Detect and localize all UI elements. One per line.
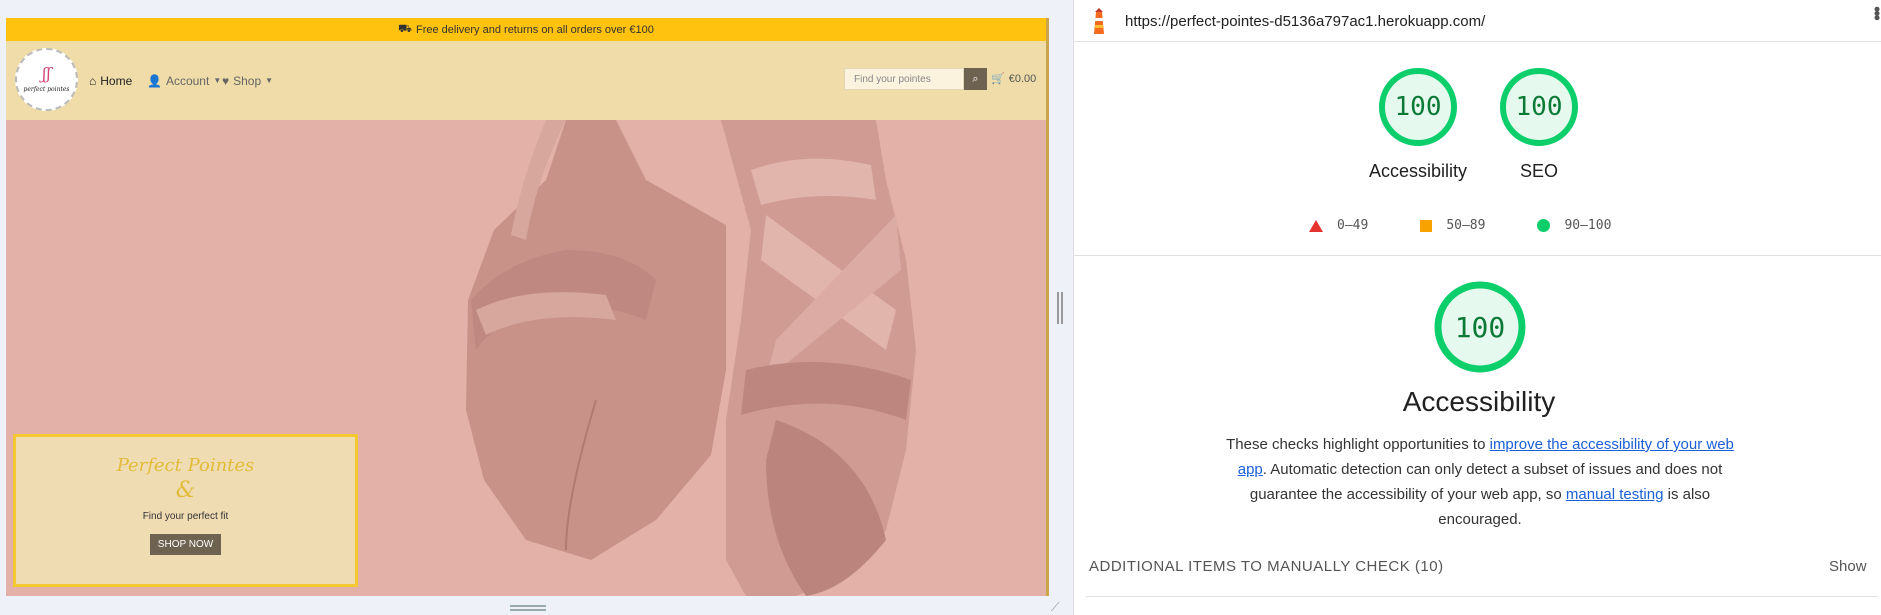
truck-icon: ⛟	[398, 22, 412, 35]
user-icon: 👤	[147, 73, 162, 88]
search-form: ⌕	[844, 68, 987, 90]
promo-card: Perfect Pointes & Find your perfect fit …	[13, 434, 358, 587]
site-logo[interactable]: ʃʃ perfect pointes	[15, 48, 78, 111]
category-title: Accessibility	[1402, 386, 1556, 417]
gauge-score: 100	[1515, 92, 1563, 122]
nav-shop[interactable]: ♥ Shop ▼	[222, 74, 273, 88]
hero-section: Perfect Pointes & Find your perfect fit …	[6, 120, 1046, 596]
legend-fail: 0–49	[1309, 218, 1368, 233]
legend-average-label: 50–89	[1446, 218, 1486, 233]
promo-ampersand: &	[175, 478, 196, 503]
cart-icon: 🛒	[991, 73, 1005, 85]
category-description: These checks highlight opportunities to …	[1226, 432, 1734, 532]
shop-now-button[interactable]: SHOP NOW	[149, 534, 222, 555]
legend-pass: 90–100	[1537, 218, 1611, 233]
manual-checks-count: (10)	[1414, 558, 1444, 575]
section-divider	[1086, 596, 1878, 597]
announcement-bar: ⛟ Free delivery and returns on all order…	[6, 18, 1046, 41]
manual-checks-header[interactable]: ADDITIONAL ITEMS TO MANUALLY CHECK (10)	[1089, 558, 1444, 575]
desc-text: These checks highlight opportunities to	[1226, 436, 1490, 453]
search-input[interactable]	[844, 68, 964, 90]
lighthouse-report: https://perfect-pointes-d5136a797ac1.her…	[1073, 0, 1881, 615]
circle-pass-icon	[1537, 219, 1551, 232]
gauge-score: 100	[1394, 92, 1442, 122]
score-legend: 0–49 50–89 90–100	[1309, 218, 1663, 233]
section-divider	[1074, 255, 1881, 256]
square-average-icon	[1420, 219, 1433, 232]
pointe-shoe-logo-icon: ʃʃ	[42, 64, 51, 83]
nav-account-label: Account	[165, 73, 210, 88]
legend-fail-label: 0–49	[1337, 218, 1369, 233]
heart-icon: ♥	[222, 73, 230, 88]
report-url-bar: https://perfect-pointes-d5136a797ac1.her…	[1074, 0, 1881, 42]
nav-home-label: Home	[100, 73, 133, 88]
gauge-accessibility[interactable]: 100	[1378, 67, 1458, 147]
legend-pass-label: 90–100	[1564, 218, 1612, 233]
search-icon: ⌕	[972, 72, 979, 85]
cart-link[interactable]: 🛒 €0.00	[991, 72, 1037, 86]
resize-corner-icon[interactable]: ⟋	[1051, 600, 1059, 615]
manual-testing-link[interactable]: manual testing	[1566, 486, 1664, 503]
gauge-seo[interactable]: 100	[1499, 67, 1579, 147]
chevron-down-icon: ▼	[265, 76, 274, 85]
lighthouse-icon	[1094, 8, 1104, 34]
logo-text: perfect pointes	[23, 86, 70, 93]
nav-shop-label: Shop	[233, 73, 262, 88]
report-url[interactable]: https://perfect-pointes-d5136a797ac1.her…	[1125, 13, 1485, 30]
nav-home[interactable]: ⌂ Home	[89, 74, 132, 88]
legend-average: 50–89	[1420, 218, 1485, 233]
show-toggle[interactable]: Show	[1829, 558, 1867, 575]
chevron-down-icon: ▼	[213, 76, 222, 85]
panel-splitter[interactable]	[1057, 292, 1063, 324]
announcement-text: Free delivery and returns on all orders …	[415, 23, 654, 36]
site-preview: ⛟ Free delivery and returns on all order…	[6, 18, 1049, 596]
home-icon: ⌂	[89, 73, 97, 88]
triangle-fail-icon	[1309, 219, 1323, 232]
category-score: 100	[1454, 310, 1506, 344]
cart-total: €0.00	[1008, 72, 1037, 85]
nav-account[interactable]: 👤 Account ▼	[147, 74, 221, 88]
promo-subtitle: Find your perfect fit	[142, 511, 229, 522]
search-button[interactable]: ⌕	[964, 68, 987, 90]
gauge-label: SEO	[1519, 161, 1558, 181]
more-vert-icon[interactable]: •••	[1866, 6, 1881, 19]
manual-checks-label: ADDITIONAL ITEMS TO MANUALLY CHECK	[1089, 558, 1411, 575]
site-navbar: ʃʃ perfect pointes ⌂ Home 👤 Account ▼ ♥ …	[6, 41, 1046, 120]
promo-title: Perfect Pointes	[116, 455, 255, 476]
horizontal-resize-handle[interactable]	[510, 605, 546, 611]
category-gauge: 100	[1433, 280, 1527, 374]
